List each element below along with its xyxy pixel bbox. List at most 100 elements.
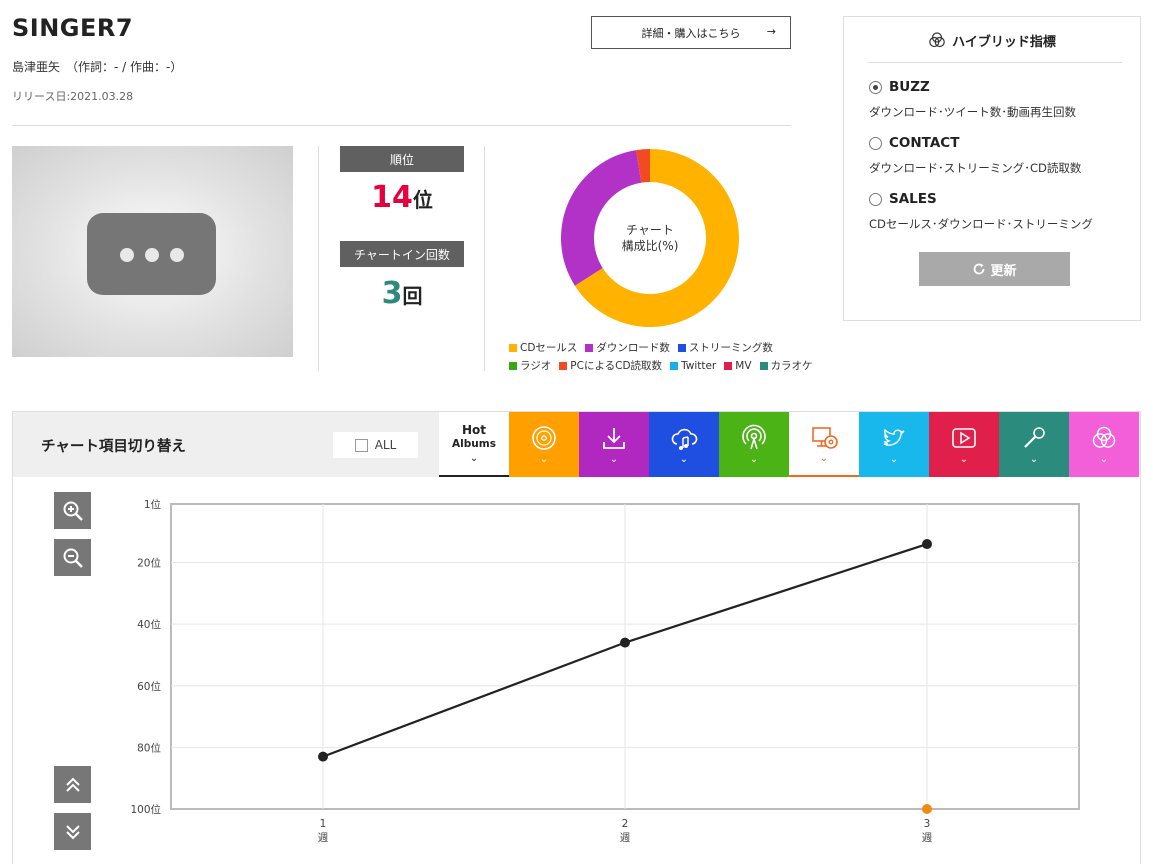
legend-item: ラジオ	[509, 358, 551, 373]
chevron-down-icon: ⌄	[1029, 454, 1039, 465]
legend-label: カラオケ	[770, 360, 813, 372]
legend-label: MV	[735, 359, 752, 372]
divider	[484, 146, 485, 371]
microphone-icon	[1024, 427, 1045, 448]
tab-pc-cd-read[interactable]: ⌄	[789, 412, 859, 477]
legend-label: PCによるCD読取数	[570, 360, 663, 372]
zoom-in-icon	[63, 501, 83, 521]
chart-in-label: チャートイン回数	[340, 241, 464, 267]
tab-mv[interactable]: ⌄	[929, 412, 999, 477]
chart-panel: チャート項目切り替え ALL Hot Albums ⌄ ⌄ ⌄ ⌄ ⌄ ⌄ ⌄ ⌄ ⌄ ⌄	[12, 411, 1141, 864]
chevron-down-icon: ⌄	[539, 454, 549, 465]
legend-item: CDセールス	[509, 340, 577, 355]
refresh-icon	[974, 263, 985, 275]
sales-description: CDセールス･ダウンロード･ストリーミング	[869, 217, 1093, 231]
data-point[interactable]	[922, 804, 932, 814]
zoom-in-button[interactable]	[54, 492, 91, 529]
radio-contact[interactable]: CONTACT	[869, 135, 959, 151]
chevron-down-icon: ⌄	[959, 454, 969, 465]
hybrid-icon	[1092, 426, 1116, 448]
y-tick-label: 20位	[137, 557, 161, 570]
buzz-description: ダウンロード･ツイート数･動画再生回数	[869, 105, 1076, 119]
chart-tab-bar: チャート項目切り替え ALL Hot Albums ⌄ ⌄ ⌄ ⌄ ⌄ ⌄ ⌄ ⌄ ⌄ ⌄	[13, 412, 1140, 477]
y-tick-label: 40位	[137, 618, 161, 631]
divider	[318, 146, 319, 371]
scroll-up-button[interactable]	[54, 766, 91, 803]
data-point[interactable]	[318, 751, 328, 762]
detail-button-label: 詳細・購入はこちら	[641, 26, 741, 40]
donut-slice-1	[561, 150, 642, 286]
legend-swatch	[559, 361, 568, 370]
divider	[868, 62, 1122, 63]
y-tick-label: 100位	[130, 803, 161, 816]
chevron-down-icon: ⌄	[1099, 454, 1109, 465]
video-thumbnail[interactable]	[12, 146, 293, 357]
radio-button[interactable]	[869, 80, 882, 94]
song-title: SINGER7	[12, 14, 134, 42]
chart-switch-title: チャート項目切り替え	[41, 439, 186, 455]
zoom-out-icon	[63, 548, 83, 568]
legend-label: ダウンロード数	[596, 342, 670, 354]
donut-legend-row2: ラジオ PCによるCD読取数 Twitter MV カラオケ	[509, 358, 813, 373]
double-chevron-up-icon	[65, 777, 80, 792]
legend-item: ダウンロード数	[585, 340, 670, 355]
hybrid-index-panel: ハイブリッド指標 BUZZ ダウンロード･ツイート数･動画再生回数 CONTAC…	[843, 16, 1141, 321]
legend-swatch	[677, 343, 686, 352]
legend-label: Twitter	[681, 359, 717, 372]
play-icon	[952, 428, 976, 448]
tab-twitter[interactable]: ⌄	[859, 412, 929, 477]
twitter-icon	[883, 428, 905, 446]
tab-radio[interactable]: ⌄	[719, 412, 789, 477]
rank-line-chart: 1位 20位 40位 60位 80位 100位 1 週 2 週 3 週	[130, 498, 1080, 844]
chevron-down-icon: ⌄	[679, 454, 689, 465]
tab-download[interactable]: ⌄	[579, 412, 649, 477]
radio-button[interactable]	[869, 192, 882, 206]
donut-legend-row1: CDセールス ダウンロード数 ストリーミング数	[509, 340, 773, 355]
x-tick-unit: 週	[922, 832, 933, 844]
download-icon	[603, 428, 625, 449]
tab-hot-albums[interactable]: Hot Albums ⌄	[439, 412, 509, 477]
rank-label: 順位	[340, 146, 464, 172]
legend-swatch	[759, 361, 768, 370]
x-tick-label: 3	[924, 818, 931, 830]
tab-karaoke[interactable]: ⌄	[999, 412, 1069, 477]
legend-swatch	[670, 361, 679, 370]
legend-item: ストリーミング数	[677, 340, 773, 355]
radio-buzz[interactable]: BUZZ	[869, 79, 930, 95]
data-point[interactable]	[922, 539, 932, 550]
legend-item: PCによるCD読取数	[559, 358, 662, 373]
tab-streaming[interactable]: ⌄	[649, 412, 719, 477]
legend-swatch	[724, 361, 733, 370]
rank-value: 14位	[371, 180, 433, 215]
song-credit: 島津亜矢 （作詞：- / 作曲：-）	[12, 60, 183, 74]
pc-cd-icon	[812, 427, 838, 449]
detail-purchase-button[interactable]: 詳細・購入はこちら →	[591, 16, 791, 49]
x-tick-label: 2	[622, 818, 629, 830]
tab-hybrid[interactable]: ⌄	[1069, 412, 1139, 477]
chevron-down-icon: ⌄	[819, 453, 829, 464]
zoom-out-button[interactable]	[54, 539, 91, 576]
donut-center-label: チャート 構成比(%)	[621, 223, 679, 253]
contact-description: ダウンロード･ストリーミング･CD読取数	[869, 161, 1082, 175]
chevron-down-icon: ⌄	[609, 454, 619, 465]
double-chevron-down-icon	[65, 824, 80, 839]
hybrid-title: ハイブリッド指標	[844, 31, 1140, 50]
all-checkbox[interactable]: ALL	[333, 432, 418, 458]
legend-swatch	[585, 343, 594, 352]
tab-cd-sales[interactable]: ⌄	[509, 412, 579, 477]
data-point[interactable]	[620, 637, 630, 648]
legend-item: Twitter	[670, 358, 716, 373]
chevron-down-icon: ⌄	[889, 454, 899, 465]
radio-sales[interactable]: SALES	[869, 191, 937, 207]
legend-label: CDセールス	[520, 342, 578, 354]
checkbox-icon	[354, 438, 368, 452]
scroll-down-button[interactable]	[54, 813, 91, 850]
y-tick-label: 80位	[137, 741, 161, 754]
cd-icon	[532, 426, 556, 450]
legend-item: カラオケ	[759, 358, 813, 373]
x-tick-label: 1	[320, 818, 327, 830]
legend-swatch	[509, 343, 517, 352]
update-button[interactable]: 更新	[919, 252, 1070, 286]
chevron-down-icon: ⌄	[469, 453, 479, 464]
radio-button[interactable]	[869, 136, 882, 150]
